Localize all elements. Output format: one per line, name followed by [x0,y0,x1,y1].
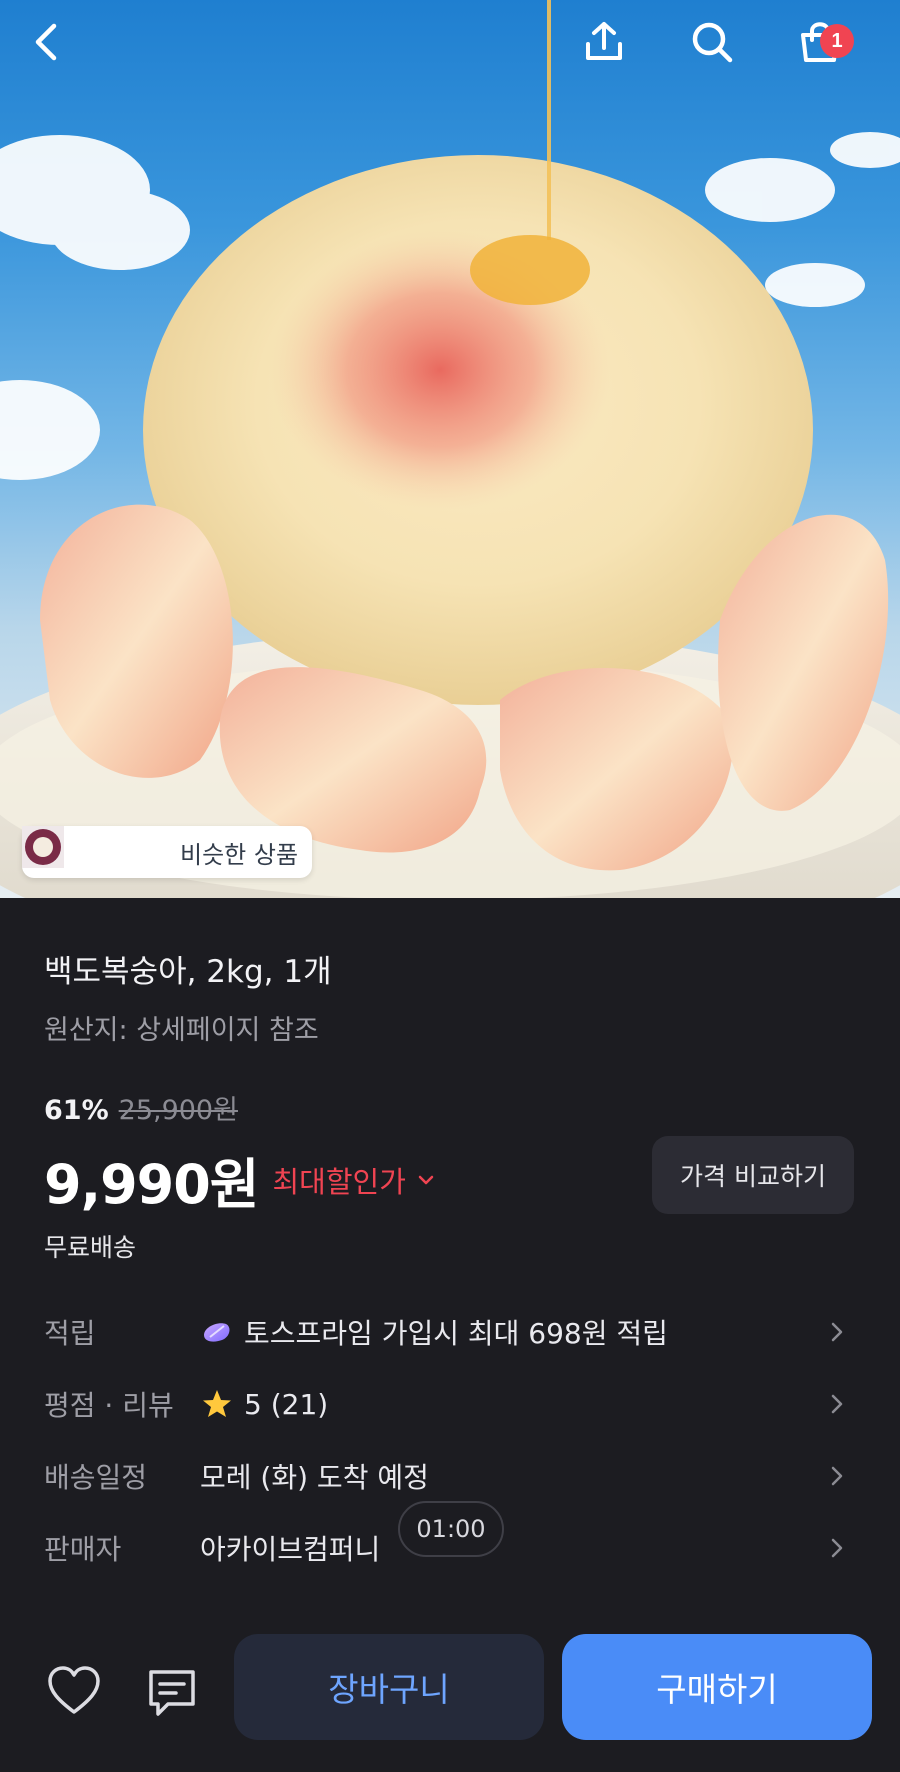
chevron-right-icon [826,1465,848,1487]
search-icon [692,22,733,63]
discount-percent: 61% [44,1095,109,1126]
product-title: 백도복숭아, 2kg, 1개 [44,954,332,990]
seller-text: 아카이브컴퍼니 [200,1533,381,1566]
delivery-text: 모레 (화) 도착 예정 [200,1461,429,1494]
cart-count-badge: 1 [820,24,854,58]
back-button[interactable] [24,18,88,82]
sale-price: 9,990원 [44,1153,259,1216]
similar-products-label: 비슷한 상품 [180,840,299,869]
wishlist-button[interactable] [44,1660,104,1720]
info-row-points[interactable]: 적립 토스프라임 가입시 최대 698원 적립 [0,1302,900,1362]
share-button[interactable] [580,18,644,82]
similar-thumb-3 [22,826,168,873]
original-price: 25,900원 [118,1095,238,1126]
product-origin: 원산지: 상세페이지 참조 [44,1015,319,1046]
price-row: 9,990원 최대할인가 [44,1140,438,1219]
chevron-down-icon [418,1175,434,1184]
info-value: 5 (21) [200,1387,328,1421]
similar-products-chip[interactable]: 비슷한 상품 [22,826,313,878]
buy-now-button[interactable]: 구매하기 [562,1634,872,1740]
info-key: 평점 · 리뷰 [44,1389,174,1422]
timer-pill: 01:00 [398,1501,504,1557]
info-row-rating[interactable]: 평점 · 리뷰 5 (21) [0,1374,900,1434]
add-to-cart-button[interactable]: 장바구니 [234,1634,544,1740]
info-row-delivery[interactable]: 배송일정 모레 (화) 도착 예정 [0,1446,900,1506]
share-icon [586,22,622,60]
peach-illustration [0,0,900,898]
points-text: 토스프라임 가입시 최대 698원 적립 [244,1317,668,1350]
star-icon [200,1387,234,1421]
discount-row: 61% 25,900원 [44,1088,238,1127]
cart-button[interactable]: 1 [796,18,860,82]
inquiry-button[interactable] [142,1662,202,1722]
rating-text: 5 (21) [244,1387,329,1421]
chevron-right-icon [826,1537,848,1559]
chevron-right-icon [826,1393,848,1415]
top-navigation-bar: 1 [0,0,900,100]
max-discount-toggle[interactable]: 최대할인가 [273,1159,438,1201]
max-discount-label: 최대할인가 [272,1164,406,1199]
heart-icon [48,1666,100,1714]
shipping-info: 무료배송 [44,1233,137,1262]
info-value: 토스프라임 가입시 최대 698원 적립 [200,1312,668,1352]
prime-icon [200,1315,234,1349]
chevron-left-icon [35,23,57,61]
chat-icon [149,1670,195,1716]
product-image[interactable]: 1 비슷한 상품 [0,0,900,898]
search-button[interactable] [688,18,752,82]
price-compare-button[interactable]: 가격 비교하기 [652,1136,854,1214]
bottom-action-bar: 장바구니 구매하기 [0,1620,900,1772]
info-key: 판매자 [44,1533,122,1566]
similar-thumb-2 [22,826,120,873]
info-key: 적립 [44,1317,96,1350]
info-key: 배송일정 [44,1461,148,1494]
chevron-right-icon [826,1321,848,1343]
